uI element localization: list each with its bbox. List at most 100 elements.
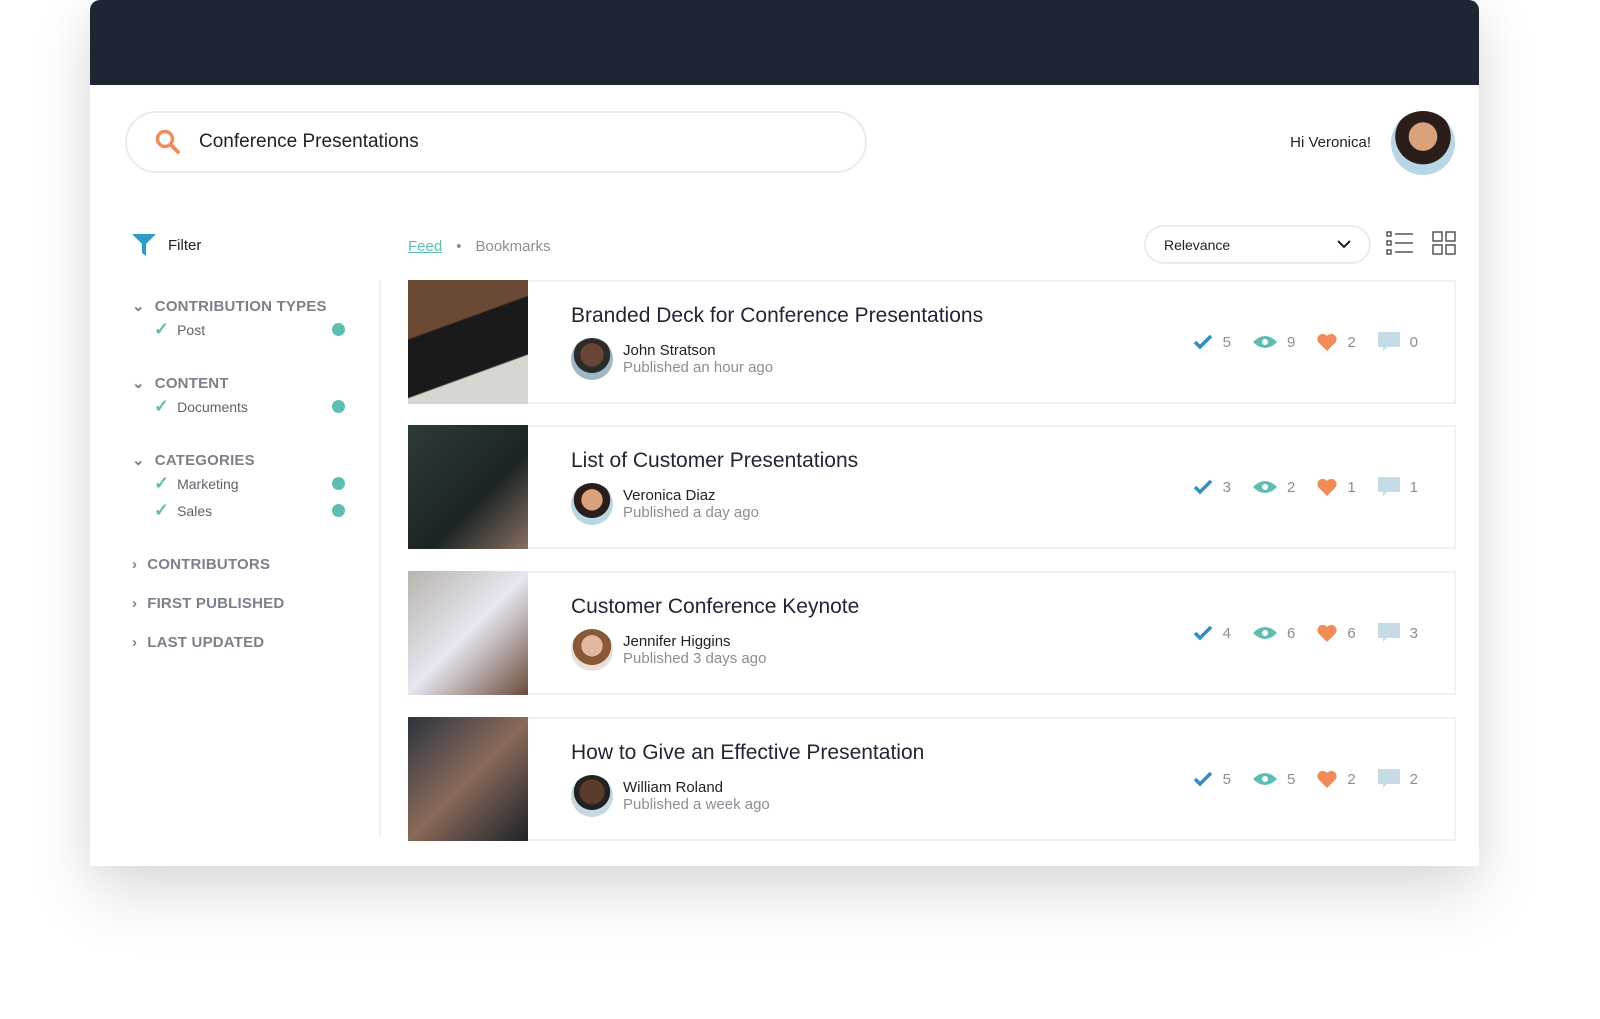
post-card[interactable]: Customer Conference Keynote Jennifer Hig… bbox=[408, 571, 1456, 695]
author-name[interactable]: Veronica Diaz bbox=[623, 487, 759, 504]
heart-icon[interactable] bbox=[1317, 333, 1337, 351]
check-icon bbox=[1193, 334, 1212, 350]
filter-option-post[interactable]: ✓ Post bbox=[132, 316, 352, 343]
chevron-down-icon bbox=[1337, 240, 1351, 249]
filter-icon bbox=[132, 234, 156, 256]
check-icon: ✓ bbox=[154, 500, 170, 520]
check-icon: ✓ bbox=[154, 473, 170, 493]
approvals-count: 5 bbox=[1222, 770, 1231, 788]
post-title[interactable]: How to Give an Effective Presentation bbox=[571, 741, 1193, 765]
chevron-down-icon: ⌄ bbox=[132, 452, 145, 469]
divider bbox=[379, 280, 381, 837]
filter-group-toggle[interactable]: ⌄ CATEGORIES bbox=[132, 450, 352, 470]
eye-icon bbox=[1252, 773, 1277, 785]
post-thumbnail[interactable] bbox=[408, 717, 528, 841]
likes-count: 2 bbox=[1347, 333, 1356, 351]
comment-icon[interactable] bbox=[1377, 769, 1400, 789]
check-icon bbox=[1193, 479, 1212, 495]
filter-group-toggle[interactable]: ⌄ CONTRIBUTION TYPES bbox=[132, 296, 352, 316]
feed-tabs: Feed • Bookmarks bbox=[408, 238, 551, 255]
filter-group-first-published[interactable]: › FIRST PUBLISHED bbox=[132, 593, 352, 613]
filter-group-contributors[interactable]: › CONTRIBUTORS bbox=[132, 554, 352, 574]
filter-group-categories: ⌄ CATEGORIES ✓ Marketing ✓ Sales bbox=[132, 450, 352, 524]
post-title[interactable]: Branded Deck for Conference Presentation… bbox=[571, 304, 1193, 328]
heart-icon[interactable] bbox=[1317, 478, 1337, 496]
heart-icon[interactable] bbox=[1317, 770, 1337, 788]
filter-option-documents[interactable]: ✓ Documents bbox=[132, 393, 352, 420]
author-name[interactable]: William Roland bbox=[623, 779, 770, 796]
sort-dropdown[interactable]: Relevance bbox=[1144, 225, 1371, 264]
user-greeting: Hi Veronica! bbox=[1290, 134, 1371, 151]
post-stats: 3 2 1 1 bbox=[1193, 477, 1418, 497]
published-time: Published 3 days ago bbox=[623, 650, 767, 667]
post-card[interactable]: Branded Deck for Conference Presentation… bbox=[408, 280, 1456, 404]
author-avatar bbox=[571, 629, 613, 671]
published-time: Published an hour ago bbox=[623, 359, 774, 376]
filter-option-sales[interactable]: ✓ Sales bbox=[132, 497, 352, 524]
filter-sidebar: ⌄ CONTRIBUTION TYPES ✓ Post ⌄ CONTENT ✓ Docu… bbox=[132, 296, 352, 671]
author-name[interactable]: Jennifer Higgins bbox=[623, 633, 766, 650]
post-stats: 5 9 2 0 bbox=[1193, 332, 1418, 352]
eye-icon bbox=[1252, 336, 1277, 348]
likes-count: 6 bbox=[1347, 624, 1356, 642]
list-view-icon[interactable] bbox=[1386, 230, 1414, 256]
search-input[interactable] bbox=[199, 131, 799, 153]
author-avatar bbox=[571, 338, 613, 380]
post-card[interactable]: List of Customer Presentations Veronica … bbox=[408, 425, 1456, 549]
comments-count: 2 bbox=[1409, 770, 1418, 788]
heart-icon[interactable] bbox=[1317, 624, 1337, 642]
active-dot bbox=[332, 323, 345, 336]
comment-icon[interactable] bbox=[1377, 332, 1400, 352]
chevron-down-icon: ⌄ bbox=[132, 375, 145, 392]
check-icon: ✓ bbox=[154, 319, 170, 339]
chevron-right-icon: › bbox=[132, 633, 138, 651]
filter-group-toggle[interactable]: ⌄ CONTENT bbox=[132, 373, 352, 393]
active-dot bbox=[332, 477, 345, 490]
views-count: 2 bbox=[1286, 478, 1296, 496]
check-icon: ✓ bbox=[154, 396, 170, 416]
approvals-count: 3 bbox=[1222, 478, 1231, 496]
eye-icon bbox=[1252, 627, 1277, 639]
search-bar[interactable] bbox=[125, 111, 867, 173]
views-count: 5 bbox=[1286, 770, 1296, 788]
likes-count: 1 bbox=[1347, 478, 1356, 496]
grid-view-icon[interactable] bbox=[1432, 230, 1456, 256]
top-bar bbox=[90, 0, 1479, 85]
author-name[interactable]: John Stratson bbox=[623, 342, 773, 359]
author-avatar bbox=[571, 775, 613, 817]
author-avatar bbox=[571, 483, 613, 525]
comments-count: 1 bbox=[1409, 478, 1418, 496]
views-count: 6 bbox=[1286, 624, 1296, 642]
post-card[interactable]: How to Give an Effective Presentation Wi… bbox=[408, 717, 1456, 841]
tab-bookmarks[interactable]: Bookmarks bbox=[475, 238, 550, 255]
filter-label: Filter bbox=[168, 236, 202, 254]
comment-icon[interactable] bbox=[1377, 623, 1400, 643]
published-time: Published a day ago bbox=[623, 504, 759, 521]
active-dot bbox=[332, 400, 345, 413]
tab-feed[interactable]: Feed bbox=[408, 238, 442, 255]
post-thumbnail[interactable] bbox=[408, 425, 528, 549]
chevron-down-icon: ⌄ bbox=[132, 298, 145, 315]
check-icon bbox=[1193, 625, 1212, 641]
post-title[interactable]: List of Customer Presentations bbox=[571, 449, 1193, 473]
filter-option-marketing[interactable]: ✓ Marketing bbox=[132, 470, 352, 497]
filter-header[interactable]: Filter bbox=[132, 234, 201, 256]
filter-group-last-updated[interactable]: › LAST UPDATED bbox=[132, 632, 352, 652]
app-window: Hi Veronica! Filter ⌄CONTRIBUTION TYPES … bbox=[90, 0, 1479, 866]
post-thumbnail[interactable] bbox=[408, 280, 528, 404]
chevron-right-icon: › bbox=[132, 555, 138, 573]
post-thumbnail[interactable] bbox=[408, 571, 528, 695]
published-time: Published a week ago bbox=[623, 796, 770, 813]
user-avatar[interactable] bbox=[1391, 111, 1455, 175]
likes-count: 2 bbox=[1347, 770, 1356, 788]
post-title[interactable]: Customer Conference Keynote bbox=[571, 595, 1193, 619]
comment-icon[interactable] bbox=[1377, 477, 1400, 497]
check-icon bbox=[1193, 771, 1212, 787]
post-stats: 5 5 2 2 bbox=[1193, 769, 1418, 789]
post-stats: 4 6 6 3 bbox=[1193, 623, 1418, 643]
active-dot bbox=[332, 504, 345, 517]
chevron-right-icon: › bbox=[132, 594, 138, 612]
views-count: 9 bbox=[1286, 333, 1296, 351]
filter-group-content: ⌄ CONTENT ✓ Documents bbox=[132, 373, 352, 420]
tab-separator: • bbox=[456, 238, 462, 255]
